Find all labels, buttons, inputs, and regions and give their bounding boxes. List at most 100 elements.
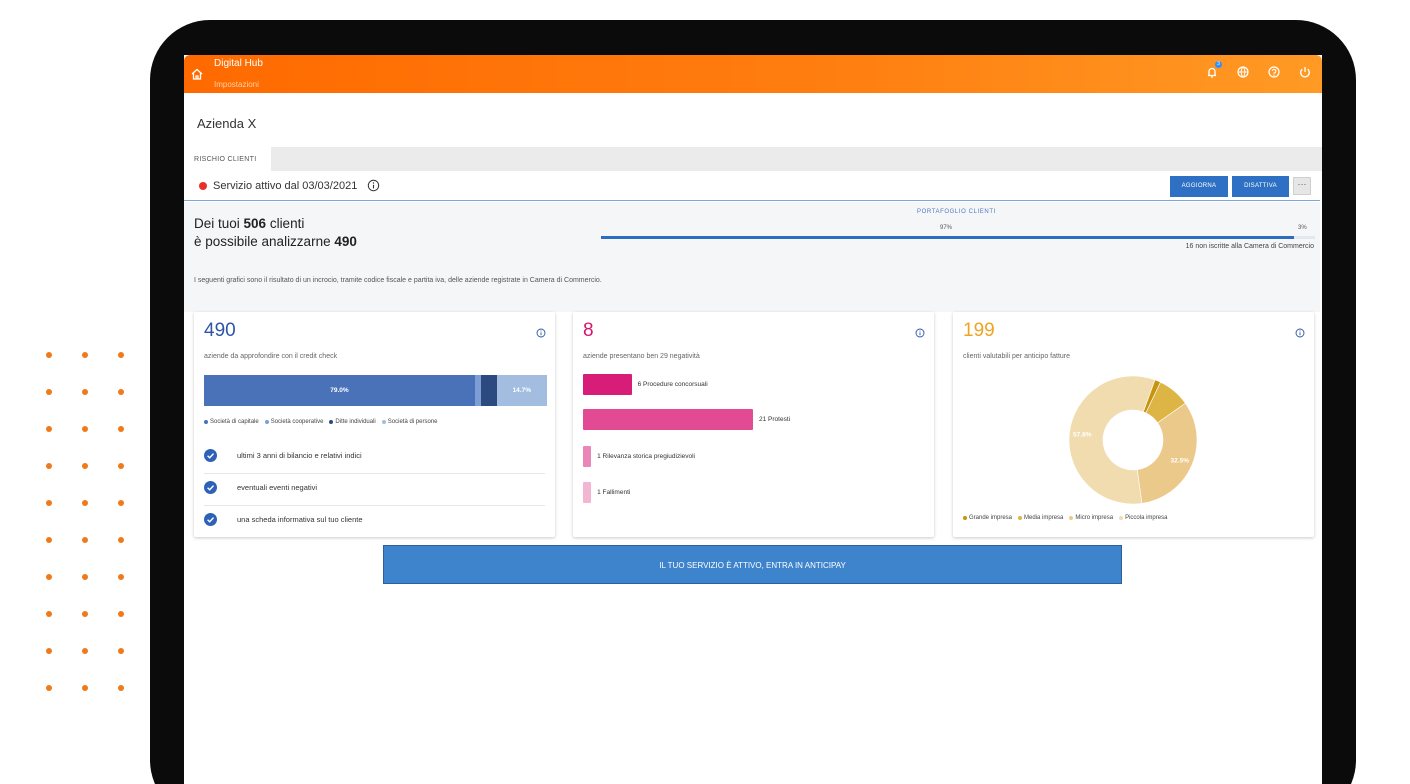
check-circle-icon (204, 513, 217, 526)
decorative-dot (118, 463, 124, 469)
legend-label: Micro impresa (1075, 515, 1114, 521)
stack-data-label: 14.7% (512, 387, 531, 394)
legend-item[interactable]: Società cooperative (264, 419, 324, 425)
decorative-dot (118, 685, 124, 691)
negative-event-bar[interactable] (583, 446, 592, 467)
feature-item: ultimi 3 anni di bilancio e relativi ind… (204, 442, 545, 474)
company-size-legend: Grande impresa Media impresa Micro impresa… (963, 515, 1167, 521)
feature-text: eventuali eventi negativi (237, 483, 318, 492)
company-name: Azienda X (197, 116, 257, 131)
legend-swatch (1119, 516, 1124, 520)
summary-description: I seguenti grafici sono il risultato di … (194, 277, 602, 284)
stack-data-label: 79.0% (330, 387, 349, 394)
decorative-dot (82, 463, 88, 469)
info-icon[interactable] (1295, 328, 1305, 338)
negative-events-count: 8 (583, 320, 594, 341)
check-circle-icon (204, 449, 217, 462)
decorative-dot (118, 611, 124, 617)
donut-slice-2[interactable] (1136, 402, 1198, 504)
legend-label: Società cooperative (270, 419, 324, 425)
decorative-dot (46, 389, 52, 395)
analyzable-clients: 490 (334, 234, 357, 249)
legend-label: Piccola impresa (1125, 515, 1168, 521)
legend-item[interactable]: Società di capitale (204, 419, 259, 425)
portfolio-label: PORTAFOGLIO CLIENTI (917, 209, 996, 215)
decorative-dot (46, 648, 52, 654)
decorative-dot (46, 463, 52, 469)
decorative-dot (82, 500, 88, 506)
invoice-advance-count: 199 (963, 320, 995, 341)
negative-event-label: 1 Fallimenti (597, 489, 631, 496)
check-circle-icon (204, 481, 217, 494)
negative-event-bar[interactable] (583, 482, 592, 503)
feature-text: una scheda informativa sul tuo cliente (237, 515, 363, 524)
update-button[interactable]: AGGIORNA (1170, 176, 1228, 197)
invoice-advance-card: 199 clienti valutabili per anticipo fatt… (953, 312, 1314, 537)
decorative-dot (82, 537, 88, 543)
legend-swatch (1018, 516, 1023, 520)
info-icon[interactable] (536, 328, 546, 338)
company-type-stacked-bar: 79.0% 14.7% (204, 375, 547, 406)
portfolio-summary: Dei tuoi 506 clienti è possibile analizz… (184, 202, 1320, 312)
help-icon (1268, 66, 1280, 78)
info-icon[interactable] (915, 328, 925, 338)
decorative-dot (82, 389, 88, 395)
negative-event-label: 1 Rilevanza storica pregiudizievoli (597, 453, 696, 460)
credit-check-card: 490 aziende da approfondire con il credi… (194, 312, 555, 537)
help-button[interactable] (1267, 65, 1281, 79)
donut-data-label: 32.5% (1171, 457, 1190, 464)
app-title: Digital Hub (214, 58, 263, 69)
donut-data-label: 57.8% (1073, 432, 1092, 439)
notifications-button[interactable]: 3 (1205, 61, 1222, 79)
invoice-advance-subtitle: clienti valutabili per anticipo fatture (963, 353, 1071, 360)
globe-icon (1237, 66, 1249, 78)
power-icon (1300, 67, 1310, 78)
company-size-donut-chart: 57.8% 32.5% (1068, 375, 1198, 505)
page-subtitle[interactable]: Impostazioni (214, 80, 259, 89)
portfolio-progress-fill (601, 236, 1294, 239)
service-status-text: Servizio attivo dal 03/03/2021 (213, 180, 358, 192)
legend-swatch (1069, 516, 1074, 520)
legend-item[interactable]: Ditte individuali (329, 419, 376, 425)
decorative-dot (82, 574, 88, 580)
decorative-dot (46, 685, 52, 691)
legend-label: Società di persone (387, 419, 438, 425)
enter-anticipay-button[interactable]: IL TUO SERVIZIO È ATTIVO, ENTRA IN ANTIC… (383, 545, 1122, 584)
negative-event-bar[interactable] (583, 374, 632, 395)
decorative-dot (118, 426, 124, 432)
decorative-dot (82, 685, 88, 691)
decorative-dot (46, 500, 52, 506)
more-options-button[interactable]: ··· (1293, 177, 1311, 195)
negative-event-label: 21 Protesti (759, 416, 791, 423)
status-indicator (199, 182, 207, 190)
service-status-row: Servizio attivo dal 03/03/2021 AGGIORNA … (184, 171, 1320, 201)
legend-item[interactable]: Grande impresa (963, 515, 1012, 521)
feature-text: ultimi 3 anni di bilancio e relativi ind… (237, 451, 362, 460)
negative-event-bar[interactable] (583, 409, 753, 430)
decorative-dot (46, 537, 52, 543)
stack-segment-2[interactable] (480, 375, 497, 406)
home-icon[interactable] (190, 67, 204, 81)
decorative-dot (46, 574, 52, 580)
notification-badge: 3 (1215, 61, 1222, 68)
legend-item[interactable]: Micro impresa (1069, 515, 1113, 521)
tab-rischio-clienti[interactable]: RISCHIO CLIENTI (184, 147, 271, 171)
legend-swatch (204, 420, 208, 424)
logout-button[interactable] (1298, 65, 1312, 79)
disable-button[interactable]: DISATTIVA (1232, 176, 1289, 197)
portfolio-pct-registered: 97% (940, 225, 953, 231)
decorative-dot (82, 352, 88, 358)
decorative-dot (46, 426, 52, 432)
legend-item[interactable]: Società di persone (381, 419, 438, 425)
decorative-dot (118, 389, 124, 395)
feature-item: eventuali eventi negativi (204, 474, 545, 506)
legend-label: Ditte individuali (335, 419, 376, 425)
summary-line-analyzable: è possibile analizzarne 490 (194, 234, 357, 249)
language-button[interactable] (1236, 65, 1250, 79)
legend-item[interactable]: Piccola impresa (1119, 515, 1167, 521)
negative-event-label: 6 Procedure concorsuali (637, 381, 708, 388)
legend-item[interactable]: Media impresa (1018, 515, 1063, 521)
info-icon[interactable] (367, 179, 380, 192)
decorative-dot (118, 352, 124, 358)
decorative-dot (46, 352, 52, 358)
